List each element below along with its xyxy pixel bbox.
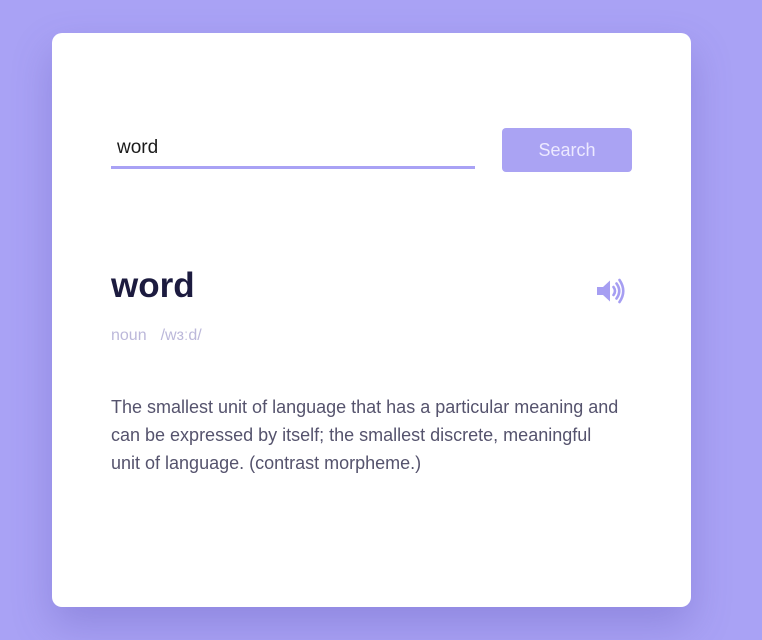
definition-text: The smallest unit of language that has a… [111,397,619,473]
dictionary-card: Search word noun/wɜːd/ The smallest unit… [52,33,691,607]
speaker-volume-icon-svg [597,278,625,304]
search-button[interactable]: Search [502,128,632,172]
part-of-speech: noun [111,327,147,344]
phonetic: /wɜːd/ [160,327,202,344]
search-input[interactable] [111,129,475,169]
word-meta: noun/wɜːd/ [111,325,202,347]
speaker-volume-icon[interactable] [595,276,627,306]
word-title: word [111,266,195,305]
